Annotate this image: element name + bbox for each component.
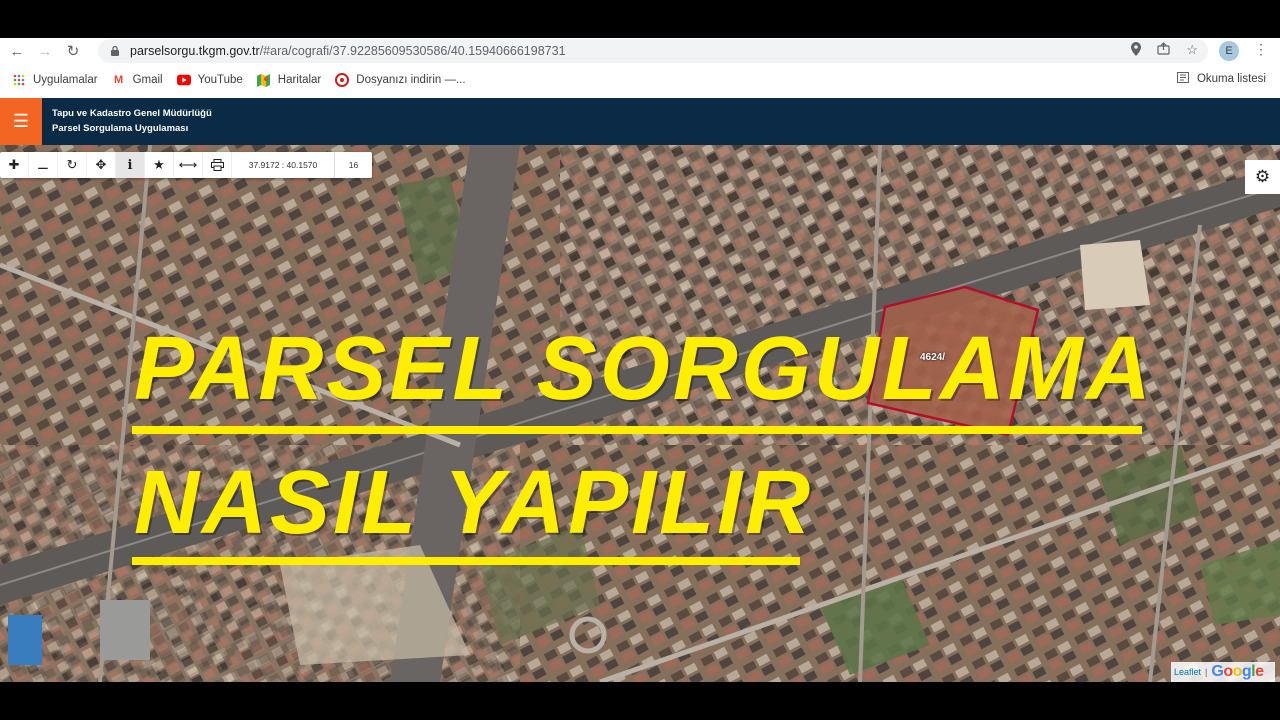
headline-underline-2 xyxy=(132,557,800,565)
bookmark-download[interactable]: Dosyanızı indirin —... xyxy=(335,73,466,87)
lock-icon[interactable] xyxy=(110,45,120,57)
gmail-icon: M xyxy=(113,74,124,86)
headline-line-2: NASIL YAPILIR xyxy=(134,453,814,553)
info-icon[interactable]: i xyxy=(116,152,145,178)
reload-button[interactable]: ↻ xyxy=(62,40,84,62)
apps-grid-icon xyxy=(12,73,26,87)
reading-list-icon xyxy=(1176,72,1189,86)
reading-list-button[interactable]: Okuma listesi xyxy=(1176,72,1266,86)
locate-crosshair-icon[interactable]: ✥ xyxy=(87,152,116,178)
letterbox-bottom xyxy=(0,682,1280,720)
settings-gear-icon[interactable]: ⚙ xyxy=(1245,160,1280,194)
measure-distance-icon[interactable]: ⟷ xyxy=(174,152,203,178)
org-name: Tapu ve Kadastro Genel Müdürlüğü xyxy=(52,108,212,119)
browser-chrome: ← → ↻ parselsorgu.tkgm.gov.tr/#ara/cogra… xyxy=(0,38,1280,98)
browser-menu-icon[interactable]: ⋮ xyxy=(1254,41,1268,58)
reading-list-label: Okuma listesi xyxy=(1196,73,1266,85)
app-name: Parsel Sorgulama Uygulaması xyxy=(52,123,189,134)
bookmark-gmail[interactable]: M Gmail xyxy=(112,73,163,87)
download-site-icon xyxy=(335,73,350,87)
address-row: ← → ↻ parselsorgu.tkgm.gov.tr/#ara/cogra… xyxy=(0,38,1280,64)
attribution-separator: | xyxy=(1205,667,1208,677)
headline-line-1: PARSEL SORGULAMA xyxy=(134,319,1154,419)
bookmark-youtube[interactable]: YouTube xyxy=(176,73,243,87)
menu-hamburger-icon[interactable]: ☰ xyxy=(0,98,42,145)
location-pin-icon[interactable] xyxy=(1131,42,1142,59)
map-toolbar: ✚ ⚊ ↻ ✥ i ★ ⟷ 37.9172 : 40.1570 16 xyxy=(0,152,372,178)
letterbox-top xyxy=(0,0,1280,38)
favorite-star-icon[interactable]: ★ xyxy=(145,152,174,178)
bookmark-label: Uygulamalar xyxy=(33,74,98,86)
maps-icon xyxy=(257,73,271,87)
address-bar[interactable]: parselsorgu.tkgm.gov.tr/#ara/cografi/37.… xyxy=(98,39,1208,63)
app-header: ☰ Tapu ve Kadastro Genel Müdürlüğü Parse… xyxy=(0,98,1280,145)
coordinate-readout: 37.9172 : 40.1570 xyxy=(232,152,335,178)
zoom-level-readout: 16 xyxy=(348,160,359,170)
bookmark-label: Gmail xyxy=(132,74,163,86)
leaflet-link[interactable]: Leaflet xyxy=(1174,667,1201,677)
zoom-out-button[interactable]: ⚊ xyxy=(29,152,58,178)
print-icon[interactable] xyxy=(203,152,232,178)
share-icon[interactable] xyxy=(1157,42,1170,59)
bookmarks-bar: Uygulamalar M Gmail YouTube Haritalar Do… xyxy=(0,68,1280,92)
youtube-icon xyxy=(176,73,191,87)
map-attribution: Leaflet | Google xyxy=(1171,662,1275,682)
bookmark-star-icon[interactable]: ☆ xyxy=(1186,42,1198,59)
headline-underline-1 xyxy=(132,426,1142,434)
bookmark-label: YouTube xyxy=(197,74,243,86)
bookmark-apps[interactable]: Uygulamalar xyxy=(12,73,98,87)
bookmark-label: Dosyanızı indirin —... xyxy=(356,74,466,86)
url-path: /#ara/cografi/37.92285609530586/40.15940… xyxy=(259,44,566,58)
profile-avatar[interactable]: E xyxy=(1219,41,1239,61)
bookmark-label: Haritalar xyxy=(277,74,322,86)
zoom-in-button[interactable]: ✚ xyxy=(0,152,29,178)
omnibox-actions: ☆ xyxy=(1131,42,1198,59)
url-host: parselsorgu.tkgm.gov.tr xyxy=(130,44,260,58)
google-logo: Google xyxy=(1211,663,1264,680)
app-title: Tapu ve Kadastro Genel Müdürlüğü Parsel … xyxy=(52,106,212,136)
back-button[interactable]: ← xyxy=(6,40,28,62)
forward-button[interactable]: → xyxy=(34,40,56,62)
refresh-icon[interactable]: ↻ xyxy=(58,152,87,178)
url-text[interactable]: parselsorgu.tkgm.gov.tr/#ara/cografi/37.… xyxy=(130,44,566,58)
bookmark-maps[interactable]: Haritalar xyxy=(257,73,321,87)
